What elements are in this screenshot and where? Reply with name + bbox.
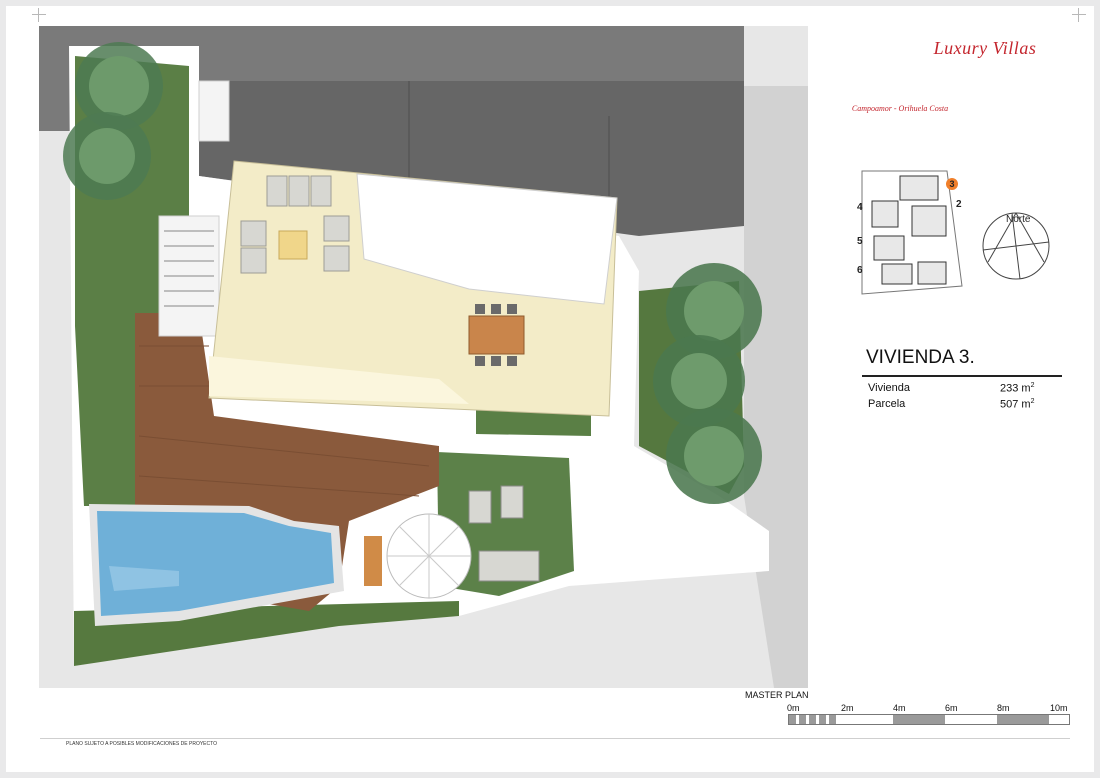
registration-mark: [32, 8, 46, 22]
master-plan-label: MASTER PLAN: [745, 690, 809, 700]
site-plan-rendering: [39, 26, 808, 688]
area-label: Vivienda: [868, 382, 910, 394]
dining-table: [468, 315, 525, 355]
key-plan-active-unit: 3: [946, 178, 958, 190]
key-plan: 3 2 4 5 6: [852, 166, 972, 301]
unit-title: VIVIENDA 3.: [866, 347, 975, 368]
footer-rule: [40, 738, 1070, 739]
key-plan-unit-label: 6: [857, 265, 863, 276]
site-plan-drawing: [39, 26, 808, 688]
graphic-scale-bar: [788, 714, 1070, 725]
scale-tick-label: 0m: [787, 703, 800, 713]
unit-title-rule: [862, 375, 1062, 377]
key-plan-unit-label: 4: [857, 202, 863, 213]
area-value: 507 m2: [1000, 398, 1035, 411]
area-label: Parcela: [868, 398, 906, 410]
disclaimer-text: PLANO SUJETO A POSIBLES MODIFICACIONES D…: [66, 741, 217, 747]
key-plan-unit-label: 5: [857, 236, 863, 247]
north-compass: [982, 212, 1050, 280]
scale-tick-label: 2m: [841, 703, 854, 713]
key-plan-unit-label: 2: [956, 199, 962, 210]
sun-bench: [364, 536, 382, 586]
side-strip: [744, 86, 808, 688]
scale-tick-label: 10m: [1050, 703, 1068, 713]
coffee-table: [278, 230, 308, 260]
parasol-ribs: [387, 514, 471, 598]
scale-tick-label: 6m: [945, 703, 958, 713]
location-subtitle: Campoamor - Orihuela Costa: [851, 104, 949, 113]
registration-mark: [1072, 8, 1086, 22]
area-value: 233 m2: [1000, 382, 1035, 395]
scale-tick-label: 4m: [893, 703, 906, 713]
brand-title: Luxury Villas: [933, 38, 1037, 58]
scale-tick-label: 8m: [997, 703, 1010, 713]
